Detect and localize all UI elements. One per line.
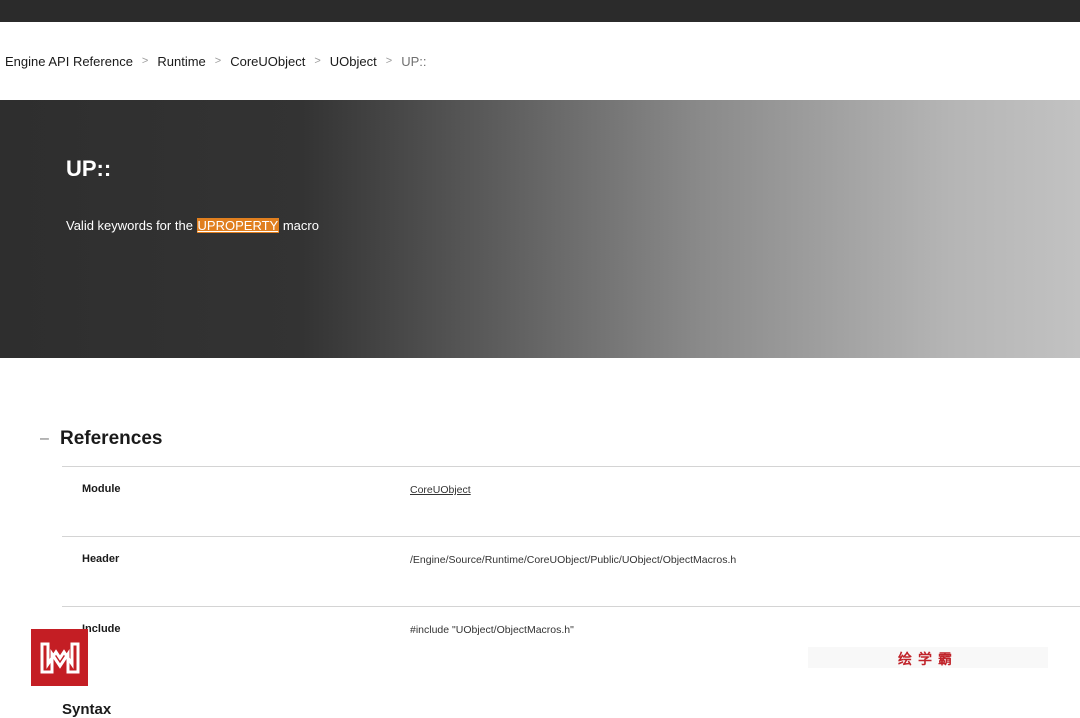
breadcrumb-current: UP:: bbox=[401, 53, 427, 69]
watermark-text: 绘学霸 bbox=[898, 651, 958, 667]
include-statement: #include "UObject/ObjectMacros.h" bbox=[410, 624, 574, 636]
references-title: References bbox=[60, 428, 163, 449]
breadcrumb: Engine API Reference > Runtime > CoreUOb… bbox=[0, 22, 1080, 100]
table-row: Header /Engine/Source/Runtime/CoreUObjec… bbox=[62, 536, 1080, 606]
logo-w-icon bbox=[31, 629, 88, 686]
description-prefix: Valid keywords for the bbox=[66, 218, 197, 233]
header-label: Header bbox=[82, 553, 120, 565]
syntax-section-title: Syntax bbox=[62, 701, 112, 718]
table-row: Module CoreUObject bbox=[62, 466, 1080, 536]
description-suffix: macro bbox=[279, 218, 319, 233]
module-label: Module bbox=[82, 483, 121, 495]
header-path: /Engine/Source/Runtime/CoreUObject/Publi… bbox=[410, 554, 737, 566]
breadcrumb-separator: > bbox=[214, 55, 222, 67]
logo-w-glyph bbox=[40, 642, 79, 673]
page-title: UP:: bbox=[66, 156, 112, 181]
breadcrumb-separator: > bbox=[314, 55, 321, 67]
top-nav-bar bbox=[0, 0, 1080, 22]
collapse-toggle-button[interactable]: – bbox=[40, 430, 60, 448]
breadcrumb-runtime[interactable]: Runtime bbox=[157, 54, 205, 69]
breadcrumb-coreuobject[interactable]: CoreUObject bbox=[230, 54, 305, 69]
breadcrumb-separator: > bbox=[385, 55, 393, 67]
breadcrumb-engine-api-reference[interactable]: Engine API Reference bbox=[5, 54, 133, 69]
module-link[interactable]: CoreUObject bbox=[410, 484, 471, 496]
uproperty-link[interactable]: UPROPERTY bbox=[196, 218, 280, 233]
references-table: Module CoreUObject Header /Engine/Source… bbox=[62, 466, 1080, 676]
references-header: – References bbox=[40, 428, 162, 450]
breadcrumb-uobject[interactable]: UObject bbox=[330, 54, 377, 69]
page-description: Valid keywords for the UPROPERTY macro bbox=[66, 218, 319, 233]
breadcrumb-separator: > bbox=[141, 55, 149, 67]
hero-banner: UP:: Valid keywords for the UPROPERTY ma… bbox=[0, 100, 1080, 358]
